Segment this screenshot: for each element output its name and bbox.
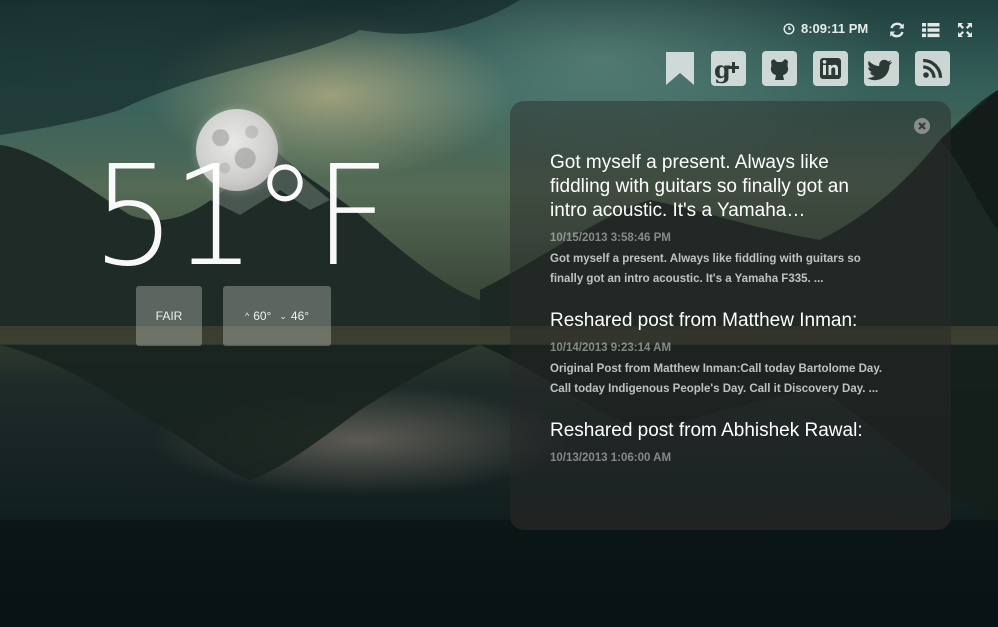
up-arrow-icon: ^ — [244, 311, 250, 321]
rss-icon[interactable] — [915, 51, 950, 86]
post-date: 10/13/2013 1:06:00 AM — [550, 452, 672, 464]
feed-item: Reshared post from Matthew Inman: 10/14/… — [550, 309, 890, 399]
post-date: 10/14/2013 9:23:14 AM — [550, 342, 672, 354]
twitter-icon[interactable] — [864, 51, 899, 86]
refresh-icon[interactable] — [887, 20, 907, 40]
bookmark-icon[interactable] — [665, 51, 695, 86]
temperature: 51°F — [92, 135, 390, 298]
close-icon[interactable] — [914, 118, 930, 134]
panel-fade — [510, 490, 951, 530]
social-links: g — [665, 51, 950, 86]
fullscreen-icon[interactable] — [955, 20, 975, 40]
list-icon[interactable] — [921, 20, 941, 40]
post-date: 10/15/2013 3:58:46 PM — [550, 232, 671, 244]
github-icon[interactable] — [762, 51, 797, 86]
feed-panel: Got myself a present. Always like fiddli… — [510, 101, 951, 530]
feed-item: Got myself a present. Always like fiddli… — [550, 151, 890, 289]
clock: 8:09:11 PM — [783, 21, 868, 36]
post-title[interactable]: Reshared post from Matthew Inman: — [550, 309, 890, 333]
post-snippet: Got myself a present. Always like fiddli… — [550, 253, 861, 285]
linkedin-icon[interactable] — [813, 51, 848, 86]
post-title[interactable]: Got myself a present. Always like fiddli… — [550, 151, 890, 223]
condition-badge: FAIR — [136, 286, 202, 346]
high-low-badge: ^ 60° ⌄ 46° — [223, 286, 331, 346]
post-snippet: Original Post from Matthew Inman:Call to… — [550, 363, 883, 395]
svg-text:g: g — [714, 55, 731, 84]
down-arrow-icon: ⌄ — [279, 310, 287, 321]
feed-item: Reshared post from Abhishek Rawal: 10/13… — [550, 419, 890, 464]
clock-time: 8:09:11 PM — [801, 21, 869, 36]
google-plus-icon[interactable]: g — [711, 51, 746, 86]
feed-list: Got myself a present. Always like fiddli… — [550, 151, 890, 484]
low-temp: 46° — [290, 309, 310, 323]
high-temp: 60° — [253, 309, 272, 323]
post-title[interactable]: Reshared post from Abhishek Rawal: — [550, 419, 890, 443]
condition-label: FAIR — [155, 309, 183, 323]
clock-icon — [783, 22, 795, 35]
